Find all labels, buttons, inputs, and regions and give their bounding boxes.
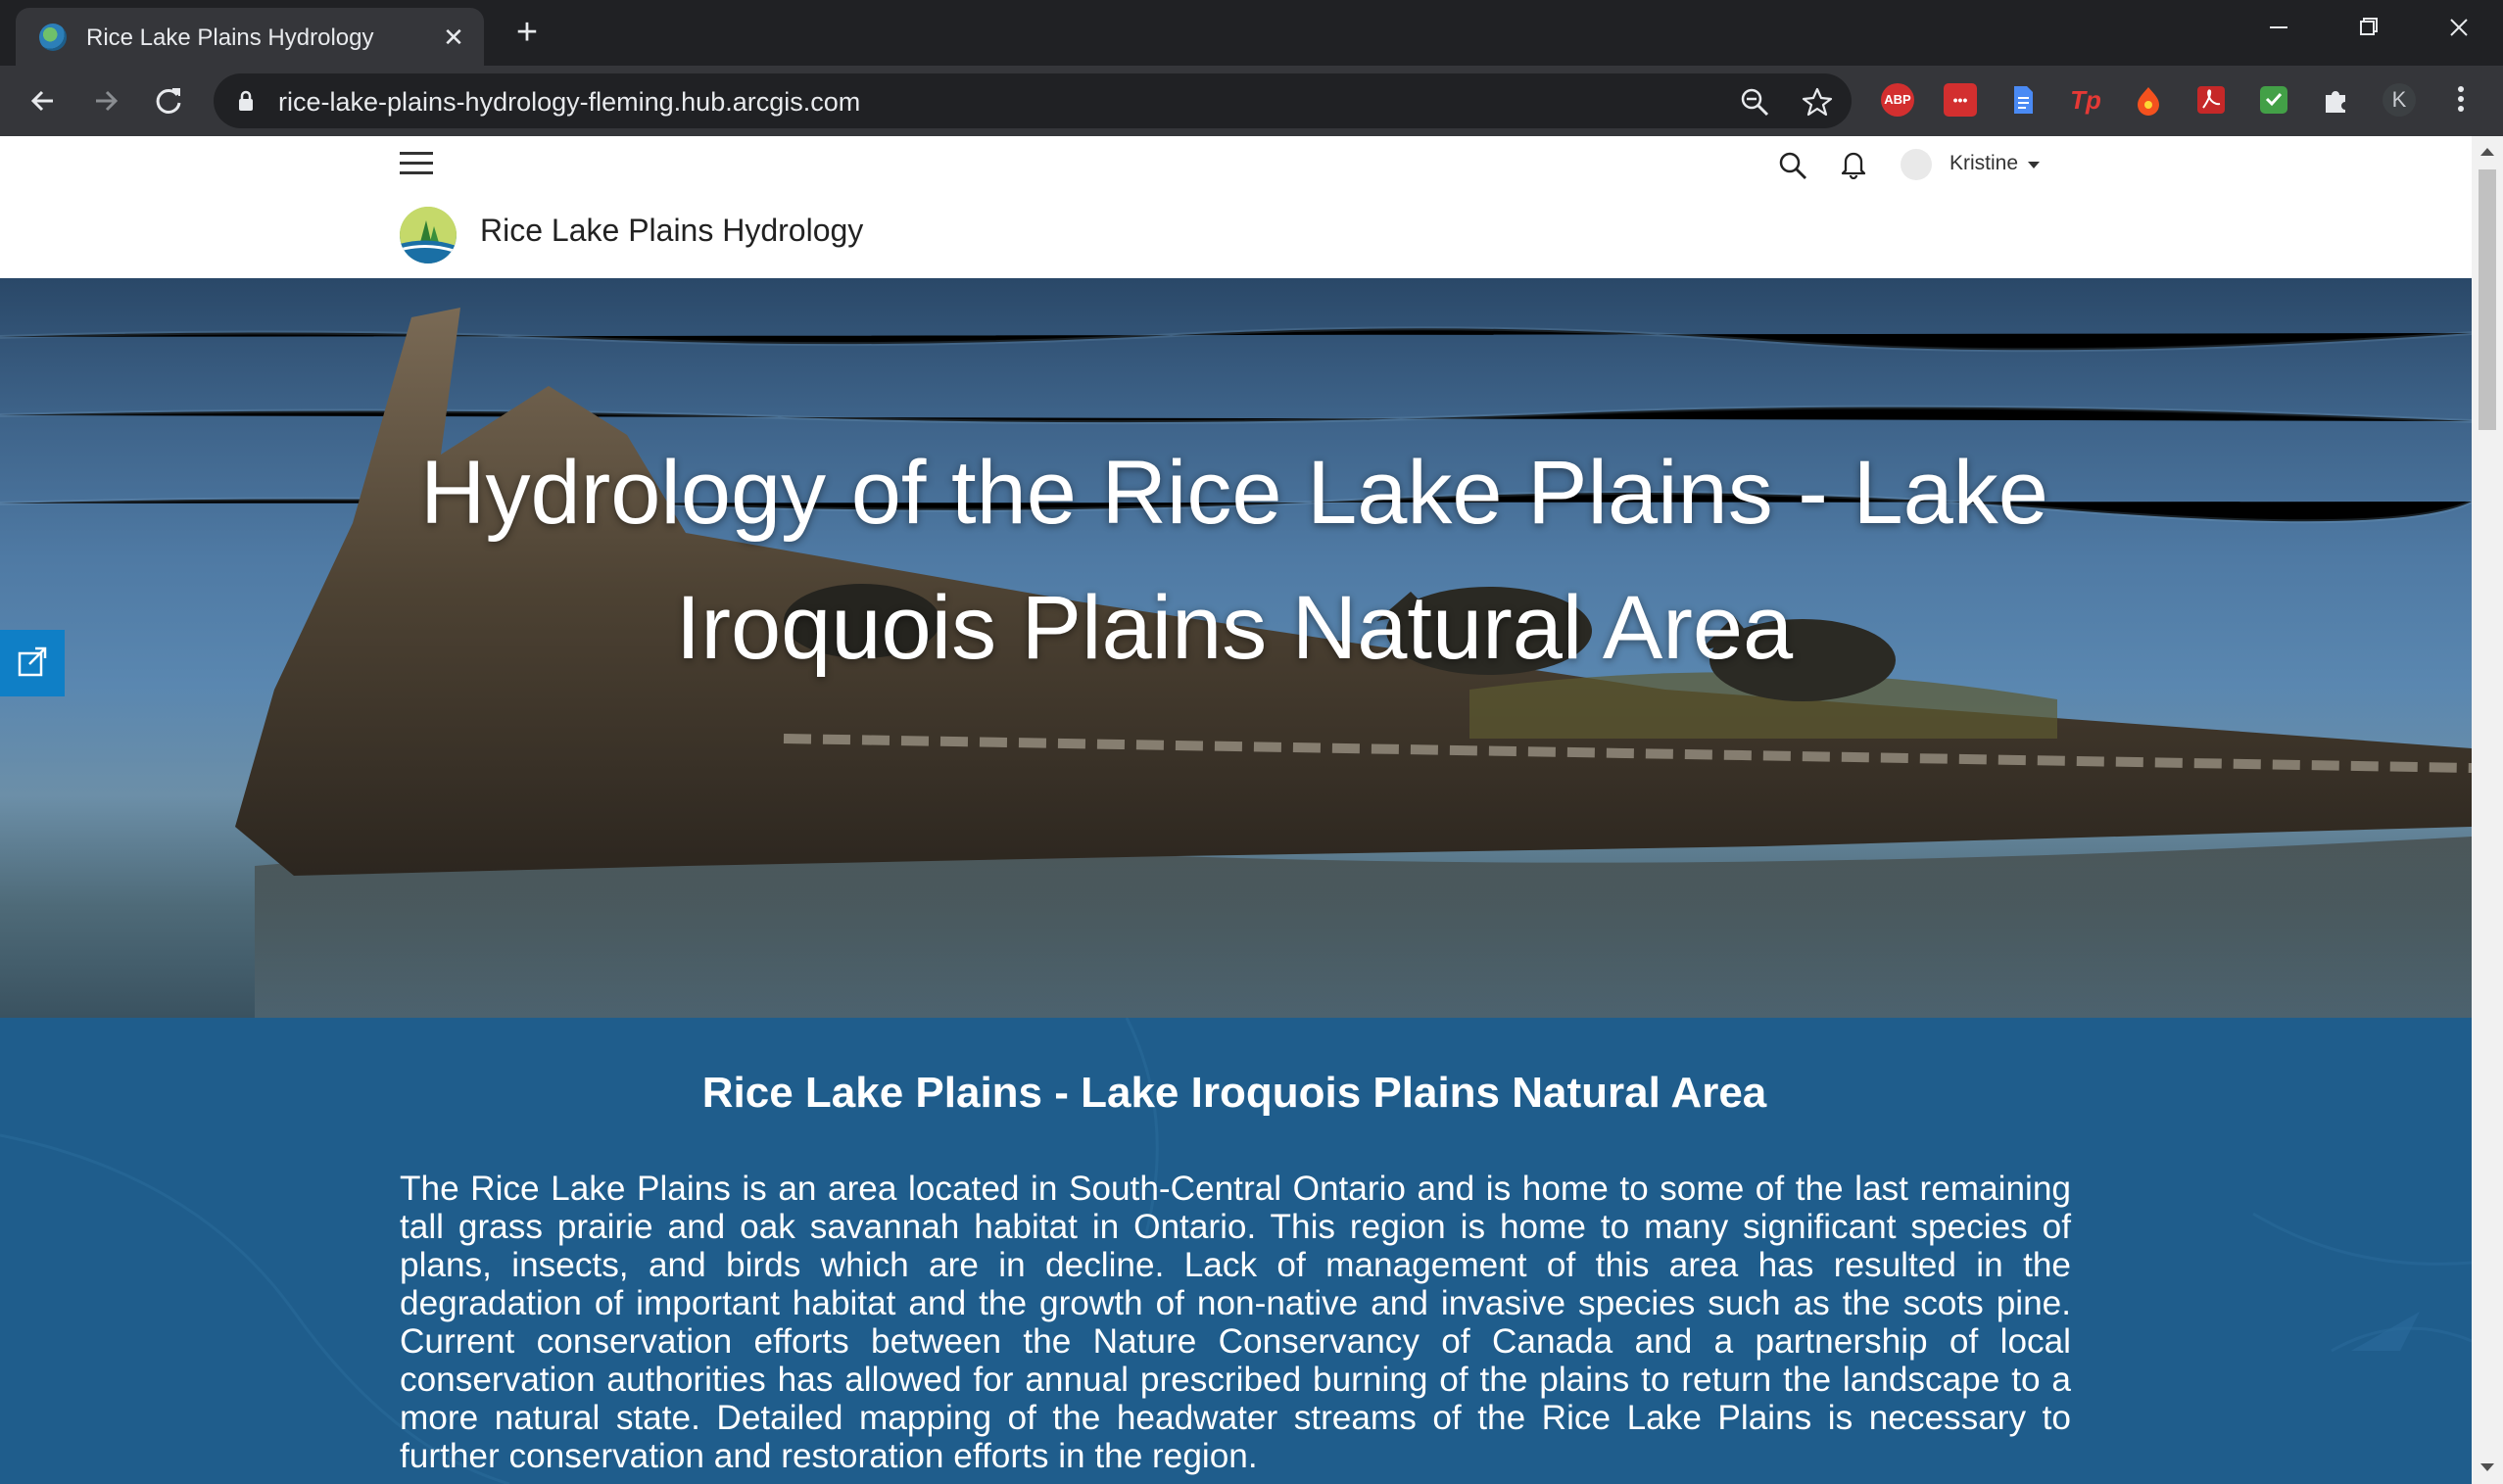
tab-title: Rice Lake Plains Hydrology	[86, 24, 374, 51]
page-scrollbar[interactable]	[2472, 136, 2503, 1484]
acrobat-extension-icon[interactable]	[2194, 83, 2228, 117]
reload-icon[interactable]	[149, 81, 188, 120]
browser-toolbar: rice-lake-plains-hydrology-fleming.hub.a…	[0, 66, 2503, 136]
intro-paragraph: The Rice Lake Plains is an area located …	[400, 1170, 2071, 1475]
lastpass-extension-icon[interactable]: •••	[1944, 83, 1977, 117]
site-logo[interactable]	[400, 207, 457, 263]
restore-icon[interactable]	[2346, 8, 2391, 47]
tab-strip: Rice Lake Plains Hydrology ✕ +	[0, 0, 2503, 66]
green-shield-extension-icon[interactable]	[2257, 83, 2290, 117]
lock-icon	[239, 90, 253, 111]
tp-extension-icon[interactable]: Tp	[2069, 83, 2102, 117]
address-bar[interactable]: rice-lake-plains-hydrology-fleming.hub.a…	[214, 73, 1852, 128]
user-avatar[interactable]	[1901, 149, 1932, 180]
new-tab-button[interactable]: +	[507, 14, 547, 53]
forward-arrow-icon[interactable]	[86, 81, 125, 120]
intro-heading: Rice Lake Plains - Lake Iroquois Plains …	[701, 1069, 1767, 1117]
browser-tab[interactable]: Rice Lake Plains Hydrology ✕	[16, 8, 484, 66]
bookmark-star-icon[interactable]	[1801, 85, 1834, 119]
hero-banner: Hydrology of the Rice Lake Plains - Lake…	[0, 278, 2472, 1018]
tab-close-icon[interactable]: ✕	[437, 21, 470, 54]
browser-window: Rice Lake Plains Hydrology ✕ + rice-lake…	[0, 0, 2503, 1484]
globe-favicon-icon	[39, 24, 67, 51]
site-header: Kristine Rice Lake Plains Hydrology	[0, 136, 2472, 278]
close-window-icon[interactable]	[2436, 8, 2481, 47]
notifications-bell-icon[interactable]	[1839, 148, 1868, 179]
hero-title: Hydrology of the Rice Lake Plains - Lake…	[420, 443, 2048, 678]
intro-section: Rice Lake Plains - Lake Iroquois Plains …	[0, 1018, 2472, 1484]
document-extension-icon[interactable]	[2006, 83, 2040, 117]
honey-extension-icon[interactable]	[2132, 83, 2165, 117]
browser-menu-icon[interactable]	[2449, 82, 2473, 118]
web-page: Kristine Rice Lake Plains Hydrology Hydr…	[0, 136, 2472, 1484]
profile-avatar[interactable]: K	[2383, 83, 2416, 117]
scroll-up-arrow-icon[interactable]	[2480, 148, 2494, 156]
share-icon	[18, 646, 47, 677]
adblock-plus-extension-icon[interactable]: ABP	[1881, 83, 1914, 117]
share-button[interactable]	[0, 630, 65, 696]
site-title[interactable]: Rice Lake Plains Hydrology	[480, 213, 863, 249]
scroll-down-arrow-icon[interactable]	[2480, 1463, 2494, 1471]
zoom-out-icon[interactable]	[1738, 85, 1771, 119]
minimize-icon[interactable]	[2256, 8, 2301, 47]
back-arrow-icon[interactable]	[24, 81, 63, 120]
chevron-down-icon[interactable]	[2028, 162, 2040, 168]
scrollbar-thumb[interactable]	[2479, 169, 2496, 430]
user-name[interactable]: Kristine	[1949, 152, 2018, 175]
search-icon[interactable]	[1777, 150, 1808, 181]
puzzle-extensions-icon[interactable]	[2320, 83, 2353, 117]
hamburger-menu-icon[interactable]	[400, 150, 433, 179]
url-text: rice-lake-plains-hydrology-fleming.hub.a…	[278, 87, 861, 117]
